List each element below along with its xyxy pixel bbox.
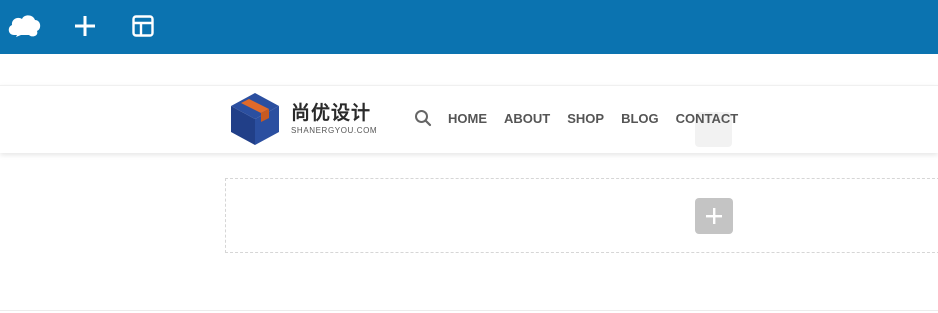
site-logo[interactable]: 尚优设计 SHANERGYOU.COM (229, 91, 389, 147)
cloud-icon (8, 15, 41, 37)
nav-item-contact[interactable]: CONTACT (676, 110, 739, 128)
add-block-button[interactable] (695, 198, 733, 234)
plus-icon (75, 16, 95, 36)
logo-name: 尚优设计 (291, 102, 372, 124)
layout-icon (132, 15, 154, 37)
divider (0, 310, 938, 311)
search-button[interactable] (414, 109, 432, 127)
nav-item-blog[interactable]: BLOG (621, 110, 659, 128)
logo-box-icon (231, 93, 279, 145)
search-icon (415, 110, 432, 127)
main-nav: HOME ABOUT SHOP BLOG CONTACT (448, 110, 738, 128)
cloud-button[interactable] (6, 8, 42, 44)
empty-section-dropzone[interactable] (225, 178, 938, 253)
plus-icon (706, 208, 722, 224)
editor-toolbar (0, 0, 938, 54)
logo-domain: SHANERGYOU.COM (291, 126, 378, 135)
nav-item-about[interactable]: ABOUT (504, 110, 550, 128)
nav-item-shop[interactable]: SHOP (567, 110, 604, 128)
nav-item-home[interactable]: HOME (448, 110, 487, 128)
layout-button[interactable] (125, 8, 161, 44)
add-button[interactable] (67, 8, 103, 44)
